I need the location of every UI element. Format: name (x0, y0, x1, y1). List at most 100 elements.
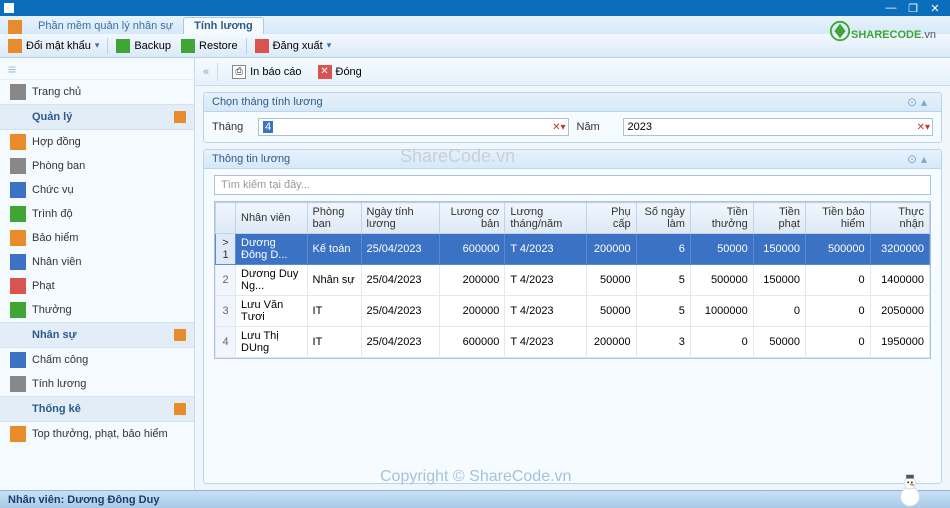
sidebar-item-0[interactable]: Trang chủ (0, 80, 194, 104)
sidebar-item-8[interactable]: Phạt (0, 274, 194, 298)
close-window-button[interactable]: ✕ (924, 2, 946, 15)
column-header[interactable]: Phụ cấp (587, 203, 637, 234)
cell: 150000 (753, 265, 805, 296)
column-header[interactable]: Ngày tính lương (361, 203, 440, 234)
close-button[interactable]: ✕Đóng (312, 63, 368, 81)
cell: 0 (805, 327, 870, 358)
dropdown-icon: ▾ (95, 40, 100, 51)
cell: 600000 (440, 327, 505, 358)
group-icon (174, 111, 186, 123)
nav-label: Thưởng (32, 304, 72, 316)
minimize-button[interactable]: — (880, 2, 902, 14)
tab-tinh-luong[interactable]: Tính lương (183, 17, 264, 34)
column-header[interactable]: Thực nhận (870, 203, 929, 234)
panel-collapse-icon[interactable]: ▴ (921, 153, 933, 165)
sidebar-item-11[interactable]: Chấm công (0, 348, 194, 372)
sidebar-item-6[interactable]: Bảo hiểm (0, 226, 194, 250)
table-row[interactable]: > 1Dương Đông D...Kế toán25/04/202360000… (216, 234, 930, 265)
close-label: Đóng (336, 66, 362, 78)
cell: 50000 (690, 234, 753, 265)
logout-button[interactable]: Đăng xuất▾ (253, 37, 334, 55)
tab-app[interactable]: Phần mềm quản lý nhân sự (28, 18, 183, 34)
nav-label: Top thưởng, phạt, bảo hiểm (32, 428, 168, 440)
nav-icon (10, 230, 26, 246)
cell: 150000 (753, 234, 805, 265)
cell: 200000 (440, 296, 505, 327)
sidebar-item-14[interactable]: Top thưởng, phạt, bảo hiểm (0, 422, 194, 446)
column-header[interactable]: Tiền phạt (753, 203, 805, 234)
statusbar: Nhân viên: Dương Đông Duy (0, 490, 950, 508)
print-report-button[interactable]: ⎙ In báo cáo (226, 63, 307, 81)
nav-label: Phòng ban (32, 160, 85, 172)
year-value: 2023 (628, 121, 652, 133)
sidebar: ≡ Trang chủQuản lýHợp đồng Phòng ban Chức … (0, 58, 195, 490)
cell: 50000 (587, 265, 637, 296)
column-header[interactable]: Số ngày làm (636, 203, 690, 234)
cell: 2 (216, 265, 236, 296)
cell: Nhân sự (307, 265, 361, 296)
panel-pin-icon[interactable]: ⊙ (907, 153, 919, 165)
separator (246, 38, 247, 54)
restore-button[interactable]: ❐ (902, 2, 924, 15)
change-password-button[interactable]: Đổi mật khẩu▾ (6, 37, 101, 55)
table-row[interactable]: 4Lưu Thị DUngIT25/04/2023600000T 4/20232… (216, 327, 930, 358)
sidebar-item-12[interactable]: Tính lương (0, 372, 194, 396)
backup-button[interactable]: Backup (114, 37, 173, 55)
column-header[interactable]: Lương tháng/năm (505, 203, 587, 234)
table-row[interactable]: 2Dương Duy Ng...Nhân sự25/04/2023200000T… (216, 265, 930, 296)
nav-icon (10, 352, 26, 368)
sidebar-item-3[interactable]: Phòng ban (0, 154, 194, 178)
panel-month-title: Chọn tháng tính lương (212, 96, 323, 108)
content-toolbar: « ⎙ In báo cáo ✕Đóng (195, 58, 950, 86)
key-icon (8, 39, 22, 53)
panel-collapse-icon[interactable]: ▴ (921, 96, 933, 108)
cell: 1000000 (690, 296, 753, 327)
cell: 4 (216, 327, 236, 358)
sidebar-toggle[interactable]: ≡ (0, 58, 194, 80)
nav-label: Phạt (32, 280, 55, 292)
brand-text1: SHARE (851, 29, 890, 41)
app-icon (4, 3, 14, 13)
cell: 200000 (587, 234, 637, 265)
sidebar-item-1[interactable]: Quản lý (0, 104, 194, 130)
column-header[interactable]: Nhân viên (236, 203, 308, 234)
year-label: Năm (577, 121, 615, 133)
cell: 500000 (690, 265, 753, 296)
year-dropdown[interactable]: 2023 ✕▾ (623, 118, 934, 136)
sidebar-item-5[interactable]: Trình độ (0, 202, 194, 226)
column-header[interactable]: Tiền bảo hiểm (805, 203, 870, 234)
nav-icon (10, 376, 26, 392)
column-header[interactable]: Lương cơ bản (440, 203, 505, 234)
cell: 50000 (587, 296, 637, 327)
column-header[interactable]: Phòng ban (307, 203, 361, 234)
salary-grid[interactable]: Nhân viênPhòng banNgày tính lươngLương c… (214, 201, 931, 359)
sidebar-item-10[interactable]: Nhân sự (0, 322, 194, 348)
restore-label: Restore (199, 40, 238, 52)
chevron-down-icon: ✕▾ (917, 122, 930, 133)
cell: 5 (636, 265, 690, 296)
cell: Kế toán (307, 234, 361, 265)
column-header[interactable]: Tiền thưởng (690, 203, 753, 234)
panel-month-selector: Chọn tháng tính lương ⊙▴ Tháng 4✕▾ Năm 2… (203, 92, 942, 143)
expand-icon[interactable]: « (203, 66, 209, 78)
cell: T 4/2023 (505, 296, 587, 327)
cell: T 4/2023 (505, 327, 587, 358)
panel-salary-info: Thông tin lương ⊙▴ Tìm kiếm tại đây... N… (203, 149, 942, 484)
sidebar-item-7[interactable]: Nhân viên (0, 250, 194, 274)
cell: 1400000 (870, 265, 929, 296)
panel-pin-icon[interactable]: ⊙ (907, 96, 919, 108)
month-dropdown[interactable]: 4✕▾ (258, 118, 569, 136)
print-label: In báo cáo (250, 66, 301, 78)
sidebar-item-9[interactable]: Thưởng (0, 298, 194, 322)
restore-button[interactable]: Restore (179, 37, 240, 55)
sidebar-item-2[interactable]: Hợp đồng (0, 130, 194, 154)
table-row[interactable]: 3Lưu Văn TươiIT25/04/2023200000T 4/20235… (216, 296, 930, 327)
column-header[interactable] (216, 203, 236, 234)
panel-month-header: Chọn tháng tính lương ⊙▴ (204, 93, 941, 112)
printer-icon: ⎙ (232, 65, 246, 79)
logout-label: Đăng xuất (273, 40, 323, 52)
sidebar-item-4[interactable]: Chức vụ (0, 178, 194, 202)
restore-icon (181, 39, 195, 53)
search-input[interactable]: Tìm kiếm tại đây... (214, 175, 931, 195)
sidebar-item-13[interactable]: Thống kê (0, 396, 194, 422)
